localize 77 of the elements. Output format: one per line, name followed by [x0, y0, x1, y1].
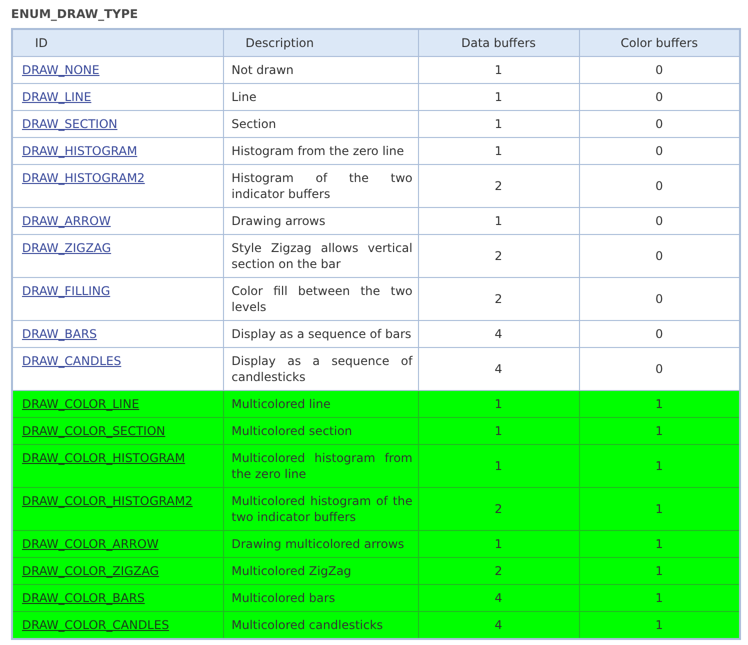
- data-buffers-cell: 4: [418, 612, 579, 639]
- color-buffers-cell: 0: [579, 234, 740, 278]
- color-buffers-cell: 0: [579, 208, 740, 234]
- data-buffers-cell: 1: [418, 530, 579, 558]
- data-buffers-cell: 2: [418, 278, 579, 320]
- description-cell: Histogram from the zero line: [223, 138, 418, 164]
- section-title: ENUM_DRAW_TYPE: [11, 6, 138, 22]
- color-buffers-cell: 1: [579, 612, 740, 639]
- data-buffers-cell: 1: [418, 390, 579, 418]
- description-cell: Multicolored section: [223, 418, 418, 444]
- data-buffers-cell: 1: [418, 208, 579, 234]
- id-link[interactable]: DRAW_COLOR_CANDLES: [22, 618, 170, 632]
- id-link[interactable]: DRAW_COLOR_ZIGZAG: [22, 564, 159, 578]
- color-buffers-cell: 0: [579, 84, 740, 110]
- id-link[interactable]: DRAW_BARS: [22, 327, 97, 341]
- color-buffers-cell: 0: [579, 320, 740, 348]
- color-buffers-cell: 1: [579, 390, 740, 418]
- id-link[interactable]: DRAW_COLOR_SECTION: [22, 424, 166, 438]
- description-cell: Multicolored candlesticks: [223, 612, 418, 639]
- description-cell: Multicolored ZigZag: [223, 558, 418, 584]
- column-header: Description: [223, 29, 418, 56]
- data-buffers-cell: 2: [418, 234, 579, 278]
- color-buffers-cell: 1: [579, 488, 740, 530]
- id-link[interactable]: DRAW_COLOR_HISTOGRAM: [22, 451, 186, 465]
- description-cell: Multicolored histogram from the zero line: [223, 444, 418, 488]
- data-buffers-cell: 1: [418, 138, 579, 164]
- id-link[interactable]: DRAW_CANDLES: [22, 354, 122, 368]
- color-buffers-cell: 0: [579, 56, 740, 84]
- description-cell: Display as a sequence of bars: [223, 320, 418, 348]
- column-header: Data buffers: [418, 29, 579, 56]
- description-cell: Multicolored bars: [223, 584, 418, 612]
- data-buffers-cell: 1: [418, 84, 579, 110]
- id-link[interactable]: DRAW_COLOR_HISTOGRAM2: [22, 494, 193, 508]
- data-buffers-cell: 4: [418, 584, 579, 612]
- color-buffers-cell: 1: [579, 418, 740, 444]
- id-link[interactable]: DRAW_ZIGZAG: [22, 241, 112, 255]
- id-link[interactable]: DRAW_FILLING: [22, 284, 110, 298]
- data-buffers-cell: 2: [418, 488, 579, 530]
- id-link[interactable]: DRAW_COLOR_LINE: [22, 397, 140, 411]
- color-buffers-cell: 0: [579, 138, 740, 164]
- description-cell: Section: [223, 110, 418, 138]
- description-cell: Style Zigzag allows vertical section on the bar: [223, 234, 418, 278]
- color-buffers-cell: 1: [579, 584, 740, 612]
- description-cell: Histogram of the two indicator buffers: [223, 164, 418, 208]
- id-link[interactable]: DRAW_HISTOGRAM: [22, 144, 138, 158]
- column-header: Color buffers: [579, 29, 740, 56]
- data-buffers-cell: 1: [418, 418, 579, 444]
- description-cell: Multicolored line: [223, 390, 418, 418]
- description-cell: Multicolored histogram of the two indicator buffers: [223, 488, 418, 530]
- description-cell: Drawing arrows: [223, 208, 418, 234]
- color-buffers-cell: 1: [579, 530, 740, 558]
- id-link[interactable]: DRAW_HISTOGRAM2: [22, 171, 145, 185]
- id-link[interactable]: DRAW_LINE: [22, 90, 92, 104]
- description-cell: Not drawn: [223, 56, 418, 84]
- data-buffers-cell: 4: [418, 348, 579, 390]
- description-cell: Color fill between the two levels: [223, 278, 418, 320]
- color-buffers-cell: 0: [579, 278, 740, 320]
- data-buffers-cell: 2: [418, 558, 579, 584]
- description-cell: Line: [223, 84, 418, 110]
- color-buffers-cell: 0: [579, 110, 740, 138]
- data-buffers-cell: 4: [418, 320, 579, 348]
- color-buffers-cell: 0: [579, 348, 740, 390]
- description-cell: Display as a sequence of candlesticks: [223, 348, 418, 390]
- data-buffers-cell: 1: [418, 110, 579, 138]
- description-cell: Drawing multicolored arrows: [223, 530, 418, 558]
- color-buffers-cell: 0: [579, 164, 740, 208]
- id-link[interactable]: DRAW_COLOR_ARROW: [22, 537, 159, 551]
- id-link[interactable]: DRAW_NONE: [22, 63, 100, 77]
- id-link[interactable]: DRAW_ARROW: [22, 214, 111, 228]
- data-buffers-cell: 1: [418, 444, 579, 488]
- color-buffers-cell: 1: [579, 558, 740, 584]
- id-link[interactable]: DRAW_COLOR_BARS: [22, 591, 145, 605]
- data-buffers-cell: 2: [418, 164, 579, 208]
- id-link[interactable]: DRAW_SECTION: [22, 117, 118, 131]
- data-buffers-cell: 1: [418, 56, 579, 84]
- column-header: ID: [12, 29, 223, 56]
- color-buffers-cell: 1: [579, 444, 740, 488]
